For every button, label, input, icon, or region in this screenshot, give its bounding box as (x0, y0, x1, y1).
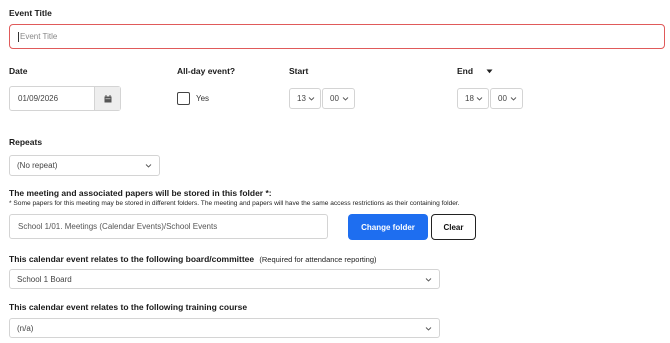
repeats-label: Repeats (9, 137, 43, 147)
training-label: This calendar event relates to the follo… (9, 302, 248, 312)
event-title-placeholder: Event Title (20, 32, 58, 41)
repeats-value: (No repeat) (17, 161, 58, 170)
board-value: School 1 Board (17, 274, 72, 284)
board-label: This calendar event relates to the follo… (9, 254, 255, 264)
chevron-down-icon (145, 162, 152, 169)
chevron-down-icon (308, 95, 315, 102)
board-select[interactable]: School 1 Board (9, 269, 440, 289)
event-title-input[interactable]: Event Title (9, 24, 665, 49)
all-day-label: All-day event? (177, 66, 236, 76)
end-label: End (457, 66, 474, 76)
folder-path-field[interactable]: School 1/01. Meetings (Calendar Events)/… (9, 214, 328, 239)
training-value: (n/a) (17, 323, 34, 333)
date-value: 01/09/2026 (18, 94, 59, 103)
end-minute-value: 00 (498, 94, 507, 103)
repeats-select[interactable]: (No repeat) (9, 155, 160, 176)
folder-path-value: School 1/01. Meetings (Calendar Events)/… (18, 222, 218, 231)
board-label-group: This calendar event relates to the follo… (9, 254, 377, 264)
end-label-group[interactable]: End (457, 66, 493, 76)
chevron-down-icon (476, 95, 483, 102)
training-select[interactable]: (n/a) (9, 318, 440, 338)
chevron-down-icon (425, 325, 432, 332)
chevron-down-icon (425, 276, 432, 283)
end-hour-select[interactable]: 18 (457, 88, 489, 109)
calendar-icon[interactable] (94, 87, 120, 110)
caret-down-icon (486, 66, 493, 76)
start-minute-value: 00 (330, 94, 339, 103)
all-day-option-label: Yes (196, 94, 210, 103)
start-hour-value: 13 (297, 94, 306, 103)
change-folder-button[interactable]: Change folder (348, 214, 428, 240)
date-field[interactable]: 01/09/2026 (9, 86, 121, 111)
all-day-checkbox[interactable] (177, 92, 190, 105)
end-minute-select[interactable]: 00 (490, 88, 523, 109)
start-hour-select[interactable]: 13 (289, 88, 321, 109)
folder-label: The meeting and associated papers will b… (9, 188, 272, 198)
folder-note: * Some papers for this meeting may be st… (9, 200, 460, 207)
chevron-down-icon (510, 95, 517, 102)
event-title-label: Event Title (9, 8, 52, 18)
chevron-down-icon (342, 95, 349, 102)
text-cursor (18, 31, 19, 42)
start-minute-select[interactable]: 00 (322, 88, 355, 109)
clear-button[interactable]: Clear (431, 214, 476, 240)
end-hour-value: 18 (465, 94, 474, 103)
start-label: Start (289, 66, 309, 76)
date-label: Date (9, 66, 28, 76)
board-hint: (Required for attendance reporting) (259, 255, 377, 264)
